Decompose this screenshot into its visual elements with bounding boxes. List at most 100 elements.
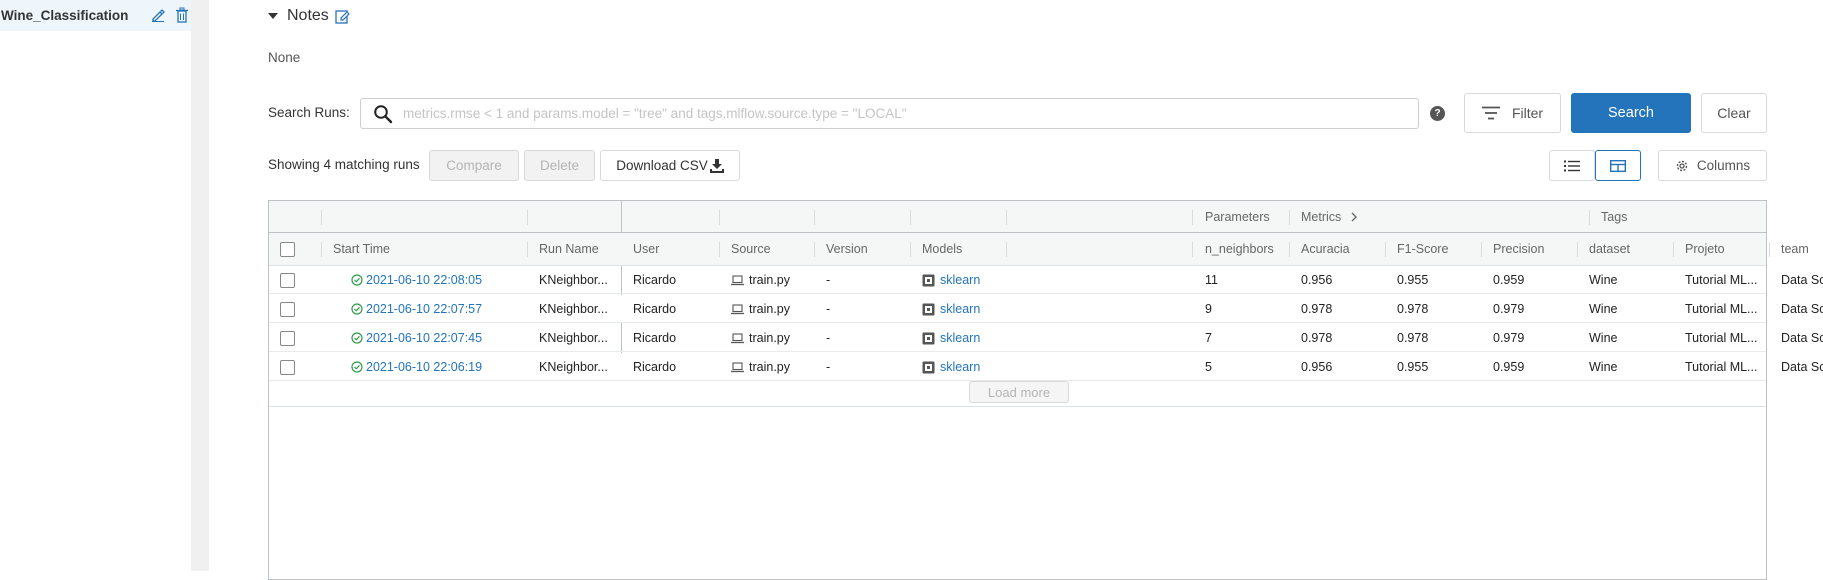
chevron-right-icon[interactable]: [1350, 212, 1358, 222]
select-all-checkbox[interactable]: [280, 241, 295, 257]
model-link[interactable]: sklearn: [910, 295, 980, 323]
search-input[interactable]: [401, 105, 1418, 122]
laptop-icon: [731, 303, 744, 314]
start-time-link[interactable]: 2021-06-10 22:07:57: [321, 295, 482, 323]
gear-icon: [1676, 160, 1688, 171]
laptop-icon: [731, 332, 744, 343]
edit-icon[interactable]: [151, 8, 165, 22]
delete-button[interactable]: Delete: [524, 150, 595, 181]
load-more-button[interactable]: Load more: [969, 381, 1069, 403]
model-link[interactable]: sklearn: [910, 266, 980, 294]
col-dataset[interactable]: dataset: [1577, 233, 1630, 265]
team-value: Data Science: [1781, 331, 1823, 345]
start-time-link[interactable]: 2021-06-10 22:06:19: [321, 353, 482, 381]
run-name[interactable]: KNeighbor...: [527, 295, 621, 323]
compare-button[interactable]: Compare: [429, 150, 519, 181]
run-name[interactable]: KNeighbor...: [527, 353, 621, 381]
sidebar-item-experiment[interactable]: Wine_Classification: [0, 0, 191, 31]
source[interactable]: train.py: [719, 266, 790, 294]
col-run-name[interactable]: Run Name: [527, 233, 599, 265]
col-acuracia[interactable]: Acuracia: [1289, 233, 1350, 265]
filter-icon: [1481, 106, 1500, 120]
list-view-icon: [1564, 160, 1580, 171]
dataset-value: Wine: [1589, 331, 1618, 345]
model-icon: [922, 303, 935, 315]
notes-header[interactable]: Notes: [268, 6, 350, 26]
f1-value: 0.978: [1397, 331, 1429, 345]
team-value: Data Science: [1781, 302, 1823, 316]
row-checkbox[interactable]: [280, 301, 295, 317]
model-link[interactable]: sklearn: [910, 353, 980, 381]
run-name[interactable]: KNeighbor...: [527, 324, 621, 352]
acuracia-value: 0.956: [1301, 360, 1333, 374]
version: -: [826, 360, 831, 374]
col-source[interactable]: Source: [719, 233, 771, 265]
row-checkbox[interactable]: [280, 330, 295, 346]
col-precision[interactable]: Precision: [1481, 233, 1544, 265]
n-neighbors-value: 7: [1205, 331, 1212, 345]
dataset-value: Wine: [1589, 302, 1618, 316]
col-n-neighbors[interactable]: n_neighbors: [1193, 233, 1274, 265]
source[interactable]: train.py: [719, 295, 790, 323]
download-csv-label: Download CSV: [616, 158, 708, 173]
table-column-header: Start Time Run Name User Source Version …: [269, 233, 1809, 266]
runs-table: Parameters Metrics Tags Start Time Run N…: [268, 200, 1823, 580]
check-circle-icon: [351, 361, 363, 373]
start-time-link[interactable]: 2021-06-10 22:08:05: [321, 266, 482, 294]
clear-button[interactable]: Clear: [1701, 93, 1767, 133]
model-link[interactable]: sklearn: [910, 324, 980, 352]
col-projeto[interactable]: Projeto: [1673, 233, 1725, 265]
model-icon: [922, 274, 935, 286]
help-icon[interactable]: ?: [1430, 106, 1445, 121]
col-user[interactable]: User: [621, 233, 659, 265]
user: Ricardo: [633, 273, 677, 287]
source[interactable]: train.py: [719, 324, 790, 352]
projeto-value: Tutorial ML...: [1685, 360, 1758, 374]
filter-label: Filter: [1511, 105, 1544, 121]
row-checkbox[interactable]: [280, 272, 295, 288]
model-icon: [922, 361, 935, 373]
user: Ricardo: [633, 331, 677, 345]
col-version[interactable]: Version: [814, 233, 868, 265]
precision-value: 0.979: [1493, 331, 1525, 345]
projeto-value: Tutorial ML...: [1685, 273, 1758, 287]
download-csv-button[interactable]: Download CSV: [600, 150, 740, 181]
sidebar-gutter: [191, 0, 209, 571]
col-team[interactable]: team: [1769, 233, 1809, 265]
acuracia-value: 0.978: [1301, 302, 1333, 316]
f1-value: 0.955: [1397, 273, 1429, 287]
row-checkbox[interactable]: [280, 359, 295, 375]
load-more-divider: [269, 406, 1766, 407]
caret-down-icon[interactable]: [268, 13, 278, 19]
search-button[interactable]: Search: [1571, 93, 1691, 133]
dataset-value: Wine: [1589, 360, 1618, 374]
select-all-cell[interactable]: [269, 233, 295, 265]
team-value: Data Science: [1781, 273, 1823, 287]
group-tags: Tags: [1601, 209, 1628, 224]
edit-icon[interactable]: [335, 9, 350, 24]
filter-button[interactable]: Filter: [1464, 93, 1561, 133]
group-metrics[interactable]: Metrics: [1289, 201, 1358, 232]
f1-value: 0.955: [1397, 360, 1429, 374]
group-parameters: Parameters: [1205, 209, 1270, 224]
col-f1-score[interactable]: F1-Score: [1385, 233, 1448, 265]
start-time-link[interactable]: 2021-06-10 22:07:45: [321, 324, 482, 352]
table-row[interactable]: 2021-06-10 22:08:05 KNeighbor... Ricardo…: [269, 266, 1823, 294]
list-view-button[interactable]: [1549, 150, 1595, 181]
matching-runs-count: Showing 4 matching runs: [268, 157, 420, 172]
table-row[interactable]: 2021-06-10 22:07:45 KNeighbor... Ricardo…: [269, 324, 1823, 352]
source[interactable]: train.py: [719, 353, 790, 381]
col-start-time[interactable]: Start Time: [321, 233, 390, 265]
n-neighbors-value: 9: [1205, 302, 1212, 316]
precision-value: 0.979: [1493, 302, 1525, 316]
grid-view-button[interactable]: [1595, 150, 1641, 181]
table-row[interactable]: 2021-06-10 22:06:19 KNeighbor... Ricardo…: [269, 353, 1823, 381]
dataset-value: Wine: [1589, 273, 1618, 287]
trash-icon[interactable]: [175, 7, 189, 23]
experiment-name[interactable]: Wine_Classification: [1, 8, 128, 23]
run-name[interactable]: KNeighbor...: [527, 266, 621, 294]
col-models[interactable]: Models: [910, 233, 962, 265]
columns-button[interactable]: Columns: [1658, 150, 1767, 181]
search-box[interactable]: [360, 98, 1419, 129]
table-row[interactable]: 2021-06-10 22:07:57 KNeighbor... Ricardo…: [269, 295, 1823, 323]
